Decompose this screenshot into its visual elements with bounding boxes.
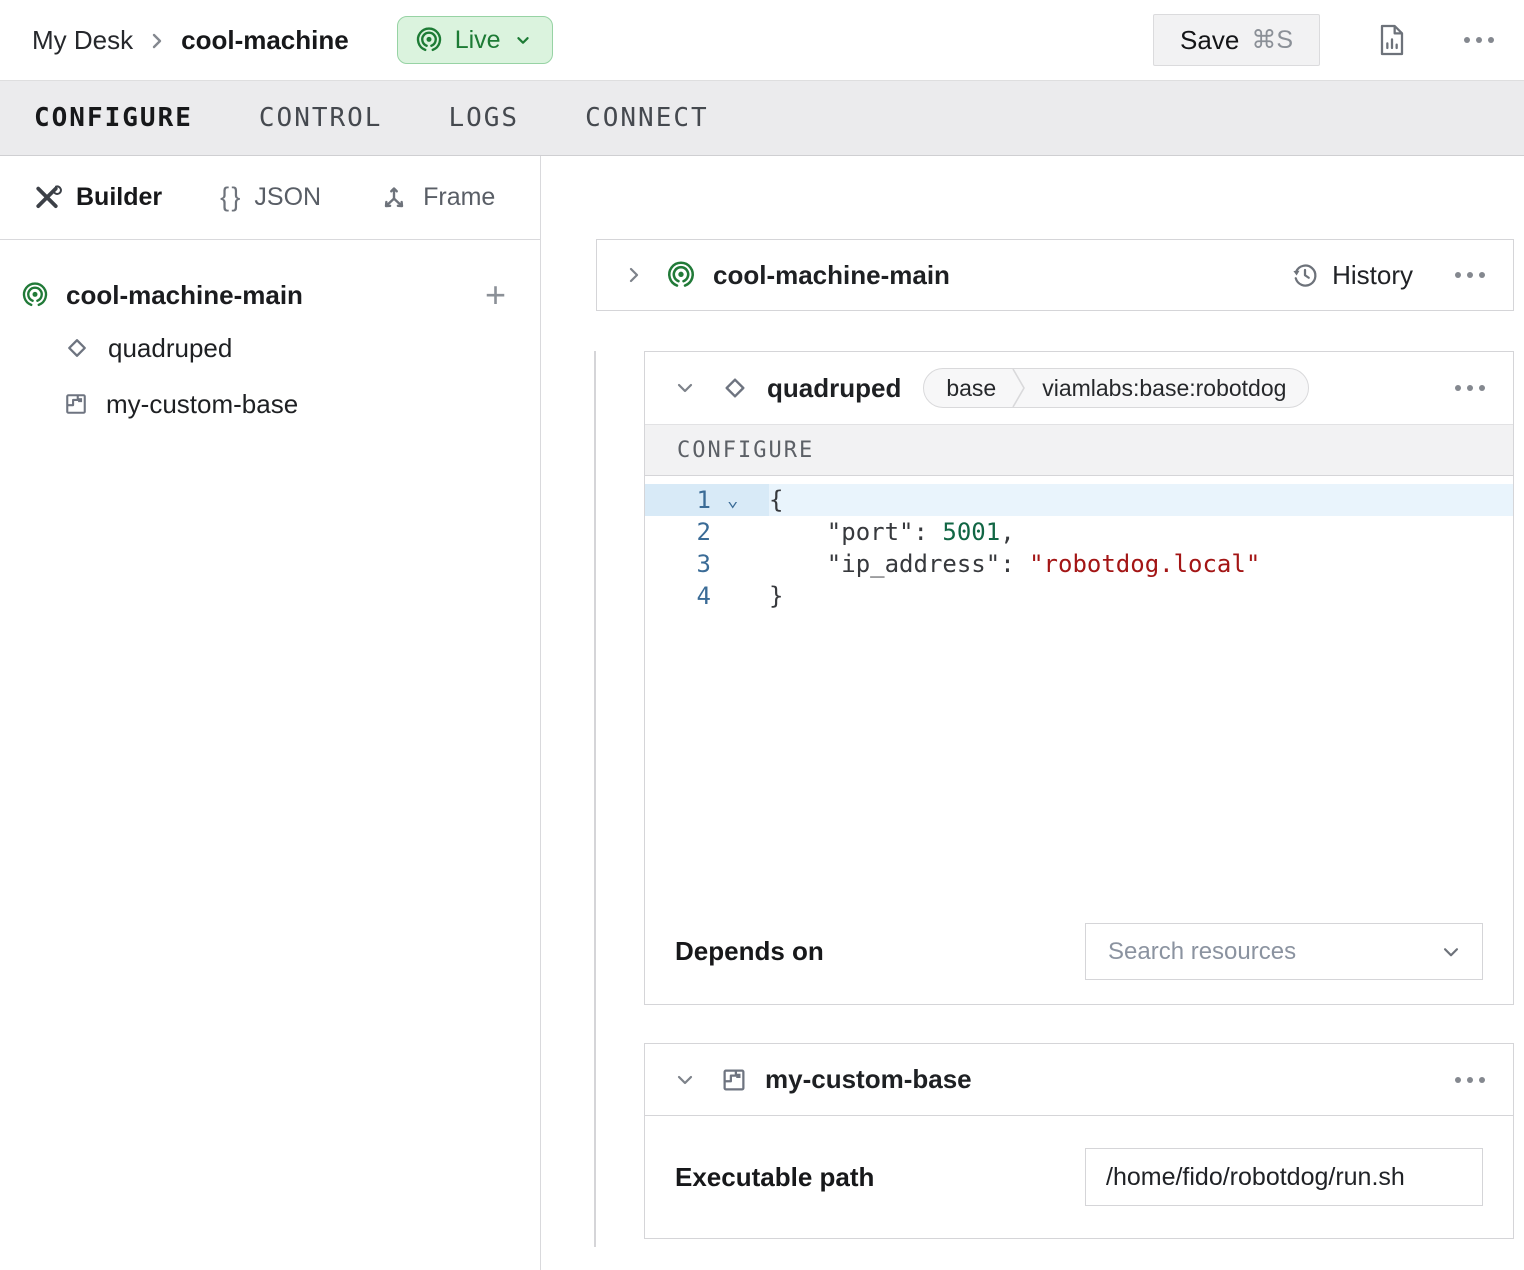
machine-menu-button[interactable] [1464, 37, 1494, 43]
tree-item-machine-part[interactable]: cool-machine-main + [20, 270, 520, 320]
executable-path-input[interactable] [1104, 1162, 1464, 1193]
configure-section-label: CONFIGURE [645, 424, 1513, 476]
diamond-icon [62, 333, 92, 363]
machine-part-card: cool-machine-main History [596, 239, 1514, 311]
save-button[interactable]: Save ⌘S [1153, 14, 1320, 66]
tab-connect[interactable]: CONNECT [585, 103, 709, 133]
breadcrumb-separator-icon [149, 28, 165, 54]
breadcrumb-root[interactable]: My Desk [32, 25, 133, 56]
machine-tab-bar: CONFIGURE CONTROL LOGS CONNECT [0, 80, 1524, 156]
tree-item-my-custom-base[interactable]: my-custom-base [20, 376, 520, 432]
view-frame-label: Frame [423, 183, 495, 212]
module-icon [62, 390, 90, 418]
machine-part-icon [665, 259, 697, 291]
fold-gutter [711, 548, 769, 580]
custom-base-card-header: my-custom-base [645, 1044, 1513, 1116]
history-button[interactable]: History [1290, 260, 1413, 291]
depends-on-row: Depends on [645, 899, 1513, 1004]
tools-icon [32, 183, 62, 213]
quadruped-menu-button[interactable] [1455, 385, 1485, 391]
model-badge: base viamlabs:base:robotdog [923, 368, 1309, 408]
module-icon [719, 1065, 749, 1095]
collapse-chevron-down-icon[interactable] [673, 379, 697, 397]
diamond-icon [719, 372, 751, 404]
tree-connector-line [594, 351, 596, 1247]
executable-path-label: Executable path [675, 1162, 874, 1193]
model-triplet: viamlabs:base:robotdog [1042, 375, 1286, 402]
line-number: 4 [645, 580, 711, 612]
breadcrumb-machine-name: cool-machine [181, 25, 349, 56]
machine-online-icon [414, 25, 444, 55]
builder-canvas: cool-machine-main History [541, 156, 1524, 1270]
resource-tree: cool-machine-main + quadruped my-custom-… [0, 240, 540, 432]
save-shortcut: ⌘S [1251, 25, 1293, 55]
frame-axes-icon [379, 183, 409, 213]
depends-on-select[interactable] [1085, 923, 1483, 980]
save-label: Save [1180, 25, 1239, 56]
document-chart-icon [1376, 22, 1408, 58]
view-switcher: Builder { } JSON Frame [0, 156, 540, 240]
line-number: 2 [645, 516, 711, 548]
collapse-chevron-down-icon[interactable] [673, 1071, 697, 1089]
live-status-label: Live [455, 26, 501, 55]
custom-base-card: my-custom-base Executable path [644, 1043, 1514, 1239]
code-text: "port": 5001, [769, 516, 1015, 548]
sidebar: Builder { } JSON Frame [0, 156, 541, 1270]
line-number: 3 [645, 548, 711, 580]
part-card-menu-button[interactable] [1455, 272, 1485, 278]
machine-part-icon [20, 280, 50, 310]
history-label: History [1332, 260, 1413, 291]
overflow-menu-icon [1464, 37, 1494, 43]
quadruped-card: quadruped base viamlabs:base:robotdog CO… [644, 351, 1514, 1005]
custom-base-body: Executable path [645, 1116, 1513, 1238]
view-json[interactable]: { } JSON [220, 182, 321, 213]
view-json-label: JSON [254, 183, 321, 212]
tab-control[interactable]: CONTROL [259, 103, 383, 133]
tree-item-quadruped[interactable]: quadruped [20, 320, 520, 376]
tree-quadruped-label: quadruped [108, 333, 232, 364]
executable-path-field [1085, 1148, 1483, 1206]
chevron-down-icon [1438, 939, 1464, 965]
chevron-down-icon [512, 29, 534, 51]
breadcrumb: My Desk cool-machine [32, 25, 349, 56]
code-line[interactable]: 4} [645, 580, 1513, 612]
fold-gutter [711, 516, 769, 548]
quadruped-card-header: quadruped base viamlabs:base:robotdog [645, 352, 1513, 424]
code-text: { [769, 484, 783, 516]
add-resource-button[interactable]: + [485, 277, 506, 313]
tab-configure[interactable]: CONFIGURE [34, 103, 193, 133]
custom-base-menu-button[interactable] [1455, 1077, 1485, 1083]
machine-logs-report-button[interactable] [1376, 22, 1408, 58]
badge-separator-icon [1012, 368, 1026, 408]
code-text: } [769, 580, 783, 612]
view-frame[interactable]: Frame [379, 183, 495, 213]
part-card-title: cool-machine-main [713, 260, 950, 291]
code-editor[interactable]: 1⌄{2 "port": 5001,3 "ip_address": "robot… [645, 476, 1513, 899]
tab-logs[interactable]: LOGS [448, 103, 519, 133]
tree-machine-label: cool-machine-main [66, 280, 303, 311]
model-type: base [946, 375, 996, 402]
tree-custom-base-label: my-custom-base [106, 389, 298, 420]
depends-on-input[interactable] [1106, 937, 1438, 967]
line-number: 1 [645, 484, 711, 516]
expand-chevron-right-icon[interactable] [625, 262, 643, 288]
live-status-dropdown[interactable]: Live [397, 16, 553, 64]
top-bar: My Desk cool-machine Live Save ⌘S [0, 0, 1524, 80]
view-builder-label: Builder [76, 183, 162, 212]
braces-icon: { } [220, 182, 240, 213]
code-line[interactable]: 3 "ip_address": "robotdog.local" [645, 548, 1513, 580]
custom-base-card-title: my-custom-base [765, 1064, 972, 1095]
configure-content: Builder { } JSON Frame [0, 156, 1524, 1270]
depends-on-label: Depends on [675, 936, 824, 967]
quadruped-card-title: quadruped [767, 373, 901, 404]
code-line[interactable]: 2 "port": 5001, [645, 516, 1513, 548]
fold-gutter [711, 580, 769, 612]
history-icon [1290, 260, 1320, 290]
fold-arrow-icon[interactable]: ⌄ [711, 484, 769, 516]
code-line[interactable]: 1⌄{ [645, 484, 1513, 516]
part-children: quadruped base viamlabs:base:robotdog CO… [596, 351, 1514, 1239]
code-text: "ip_address": "robotdog.local" [769, 548, 1260, 580]
view-builder[interactable]: Builder [32, 183, 162, 213]
